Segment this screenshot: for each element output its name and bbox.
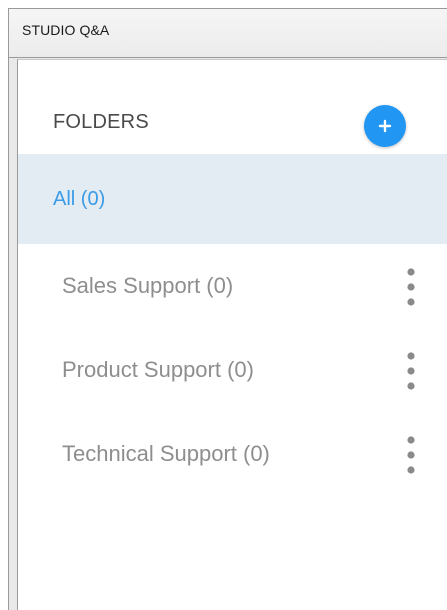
- folder-item-product-support[interactable]: Product Support (0): [18, 328, 447, 412]
- folders-title: FOLDERS: [53, 111, 149, 133]
- folder-label-product-support: Product Support (0): [62, 357, 254, 382]
- folder-label-all: All (0): [53, 188, 106, 210]
- folders-header: FOLDERS: [18, 60, 447, 152]
- folder-item-technical-support[interactable]: Technical Support (0): [18, 412, 447, 496]
- window-title: STUDIO Q&A: [9, 9, 447, 58]
- folder-label-technical-support: Technical Support (0): [62, 441, 270, 466]
- plus-icon: [378, 119, 392, 133]
- more-vertical-icon[interactable]: [404, 266, 418, 308]
- folders-panel: FOLDERS All (0) Sales Support (0) Produc…: [17, 59, 447, 610]
- studio-qa-window: STUDIO Q&A FOLDERS All (0) Sales Support…: [8, 8, 447, 610]
- more-vertical-icon[interactable]: [404, 350, 418, 392]
- folder-item-sales-support[interactable]: Sales Support (0): [18, 244, 447, 328]
- folder-label-sales-support: Sales Support (0): [62, 273, 234, 298]
- more-vertical-icon[interactable]: [404, 434, 418, 476]
- folder-item-all[interactable]: All (0): [18, 154, 447, 244]
- add-folder-button[interactable]: [364, 105, 406, 147]
